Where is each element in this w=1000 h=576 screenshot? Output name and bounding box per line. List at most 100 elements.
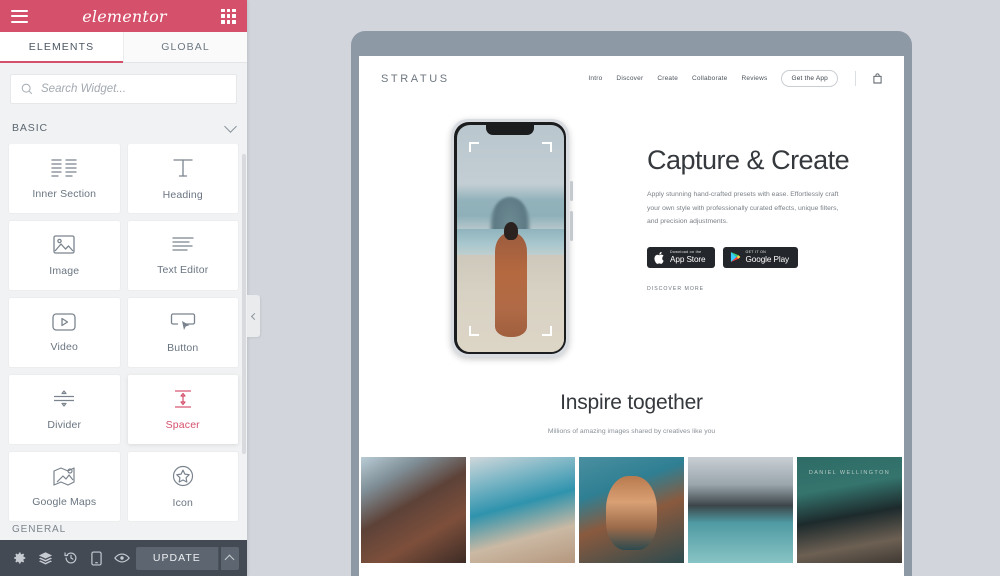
divider-icon [54,390,75,407]
elementor-logo: elementor [82,6,167,26]
widget-label: Divider [47,419,82,431]
gallery-image-portrait[interactable] [579,457,684,563]
chevron-left-icon [250,312,259,320]
site-navbar: STRATUS Intro Discover Create Collaborat… [359,56,904,101]
section-basic[interactable]: BASIC [0,114,247,144]
history-icon[interactable] [59,540,83,576]
widget-icon[interactable]: Icon [127,452,238,521]
frame-bracket-icon [541,141,552,152]
app-store-badge[interactable]: Download on the App Store [647,246,715,268]
widget-google-maps[interactable]: Google Maps [9,452,120,521]
update-options-button[interactable] [220,546,239,570]
discover-more-link[interactable]: DISCOVER MORE [647,286,878,292]
widget-divider[interactable]: Divider [9,375,120,444]
widget-label: Image [49,265,80,277]
nav-link-intro[interactable]: Intro [588,75,602,82]
caret-up-icon [224,554,235,565]
spacer-icon [174,390,191,408]
chevron-down-icon [224,119,237,133]
widget-label: Heading [162,189,203,201]
shopping-bag-icon[interactable] [873,73,882,84]
star-icon [172,465,193,487]
widget-image[interactable]: Image [9,221,120,290]
image-gallery: DANIEL WELLINGTON [359,457,904,563]
site-logo: STRATUS [381,72,450,85]
widget-spacer[interactable]: Spacer [127,375,238,444]
search-container [0,63,247,114]
grid-apps-icon[interactable] [220,8,236,24]
hamburger-icon[interactable] [11,9,28,23]
widget-list[interactable]: Inner Section Heading Image Text Editor … [0,144,247,522]
widget-label: Button [167,342,199,354]
section-basic-label: BASIC [12,122,49,134]
badge-title: App Store [670,254,706,264]
site-nav-links: Intro Discover Create Collaborate Review… [588,70,882,87]
phone-side-button [570,181,573,201]
gallery-image-mountain-lake[interactable] [688,457,793,563]
section-general[interactable]: GENERAL [0,522,247,540]
tab-global[interactable]: GLOBAL [124,32,247,62]
widget-label: Inner Section [32,188,97,200]
preview-eye-icon[interactable] [110,540,134,576]
phone-notch [486,124,534,135]
google-play-badge[interactable]: GET IT ON Google Play [722,246,799,268]
panel-scrollbar[interactable] [242,154,246,454]
badge-title: Google Play [745,254,790,264]
frame-bracket-icon [468,325,479,336]
elementor-editor: elementor ELEMENTS GLOBAL BASIC [0,0,1000,576]
responsive-mode-icon[interactable] [85,540,109,576]
widget-label: Google Maps [32,496,97,508]
nav-divider [855,71,856,86]
editor-canvas: STRATUS Intro Discover Create Collaborat… [247,0,1000,576]
inspire-section: Inspire together Millions of amazing ima… [359,357,904,435]
widget-inner-section[interactable]: Inner Section [9,144,120,213]
google-maps-icon [53,467,75,486]
phone-mockup-column [385,107,635,357]
widgets-panel: elementor ELEMENTS GLOBAL BASIC [0,0,247,576]
device-frame: STRATUS Intro Discover Create Collaborat… [351,31,912,576]
widget-label: Icon [172,497,193,509]
nav-link-reviews[interactable]: Reviews [741,75,767,82]
widget-video[interactable]: Video [9,298,120,367]
site-preview[interactable]: STRATUS Intro Discover Create Collaborat… [359,56,904,576]
text-editor-icon [172,237,194,251]
gallery-image-storefront[interactable]: DANIEL WELLINGTON [797,457,902,563]
panel-header: elementor [0,0,247,32]
search-icon [21,83,33,95]
panel-tabs: ELEMENTS GLOBAL [0,32,247,63]
gallery-image-architecture[interactable] [361,457,466,563]
tab-elements[interactable]: ELEMENTS [0,32,124,63]
frame-bracket-icon [541,325,552,336]
badge-subtitle: GET IT ON [745,249,767,254]
nav-link-create[interactable]: Create [657,75,678,82]
nav-link-collaborate[interactable]: Collaborate [692,75,727,82]
widget-label: Video [50,341,78,353]
phone-side-button [570,211,573,241]
hero-section: Capture & Create Apply stunning hand-cra… [359,101,904,357]
search-box[interactable] [10,74,237,104]
widget-text-editor[interactable]: Text Editor [127,221,238,290]
panel-collapse-handle[interactable] [247,295,260,337]
gallery-image-coastline[interactable] [470,457,575,563]
section-general-label: GENERAL [12,524,67,535]
google-play-icon [730,252,740,263]
widget-heading[interactable]: Heading [127,144,238,213]
badge-subtitle: Download on the [670,249,702,254]
update-button[interactable]: UPDATE [135,546,219,570]
widget-button[interactable]: Button [127,298,238,367]
get-the-app-button[interactable]: Get the App [781,70,838,87]
hero-description: Apply stunning hand-crafted presets with… [647,191,839,226]
storefront-sign: DANIEL WELLINGTON [808,470,891,476]
button-icon [170,313,195,330]
settings-gear-icon[interactable] [8,540,32,576]
panel-footer-toolbar: UPDATE [0,540,247,576]
widget-label: Spacer [165,419,200,431]
heading-icon [173,159,193,177]
widget-label: Text Editor [157,264,209,276]
hero-title: Capture & Create [647,145,850,175]
store-badges: Download on the App Store GET IT ON Goog… [647,246,878,268]
search-input[interactable] [41,83,226,95]
image-icon [53,235,75,254]
nav-link-discover[interactable]: Discover [616,75,643,82]
layers-navigator-icon[interactable] [34,540,58,576]
